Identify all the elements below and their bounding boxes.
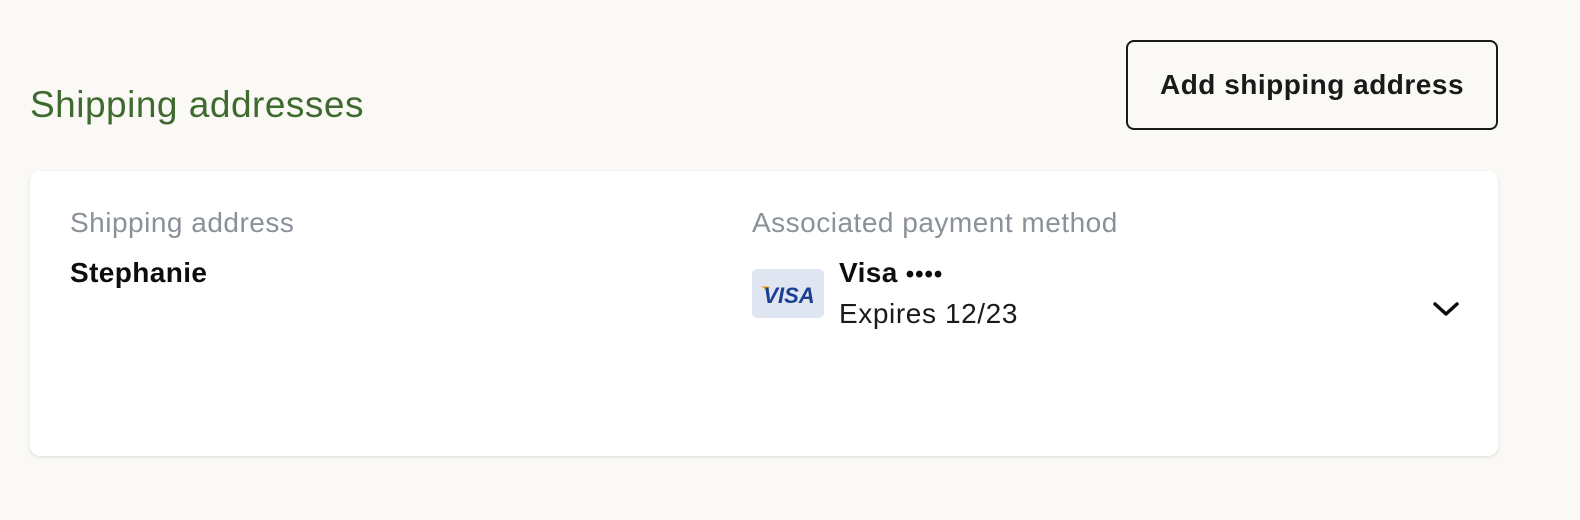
shipping-addresses-page: Shipping addresses Add shipping address … xyxy=(0,0,1580,520)
recipient-name: Stephanie xyxy=(70,257,208,288)
visa-card-icon: VISA xyxy=(752,269,824,318)
card-brand-name: Visa xyxy=(839,257,898,288)
add-shipping-address-button[interactable]: Add shipping address xyxy=(1126,40,1498,130)
shipping-address-label: Shipping address xyxy=(70,207,295,238)
card-masked-number: •••• xyxy=(905,261,944,288)
page-title: Shipping addresses xyxy=(30,84,364,125)
shipping-address-card: Shipping address Stephanie Associated pa… xyxy=(30,171,1498,456)
payment-method-label: Associated payment method xyxy=(752,207,1118,238)
visa-logo-text: VISA xyxy=(763,283,814,308)
chevron-down-icon[interactable] xyxy=(1426,289,1466,329)
card-expiry: Expires 12/23 xyxy=(839,298,1019,329)
payment-card-brand: Visa •••• xyxy=(839,257,943,291)
